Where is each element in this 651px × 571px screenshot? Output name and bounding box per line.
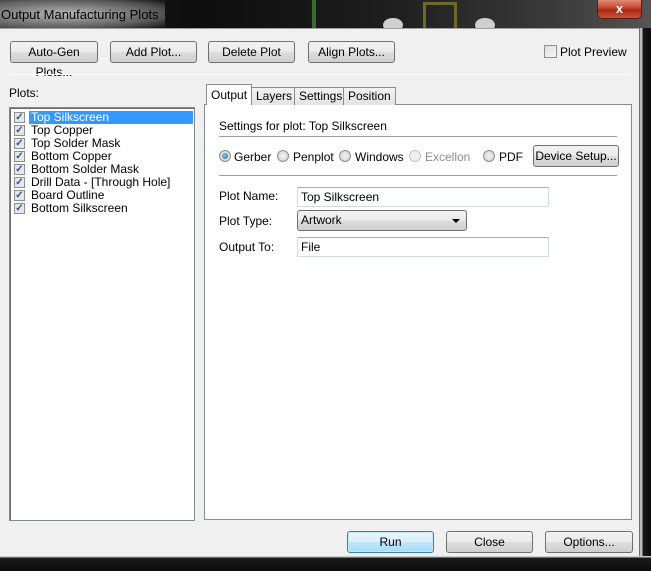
window-title: Output Manufacturing Plots — [1, 7, 159, 22]
tab-layers[interactable]: Layers — [251, 87, 298, 105]
plot-checkbox[interactable]: ✓ — [14, 138, 25, 149]
settings-separator — [219, 136, 617, 137]
options-button[interactable]: Options... — [545, 531, 633, 553]
close-icon: x — [615, 1, 624, 16]
plot-preview-label[interactable]: Plot Preview — [560, 45, 627, 59]
plot-checkbox[interactable]: ✓ — [14, 125, 25, 136]
window-frame-bottom — [0, 556, 651, 571]
format-separator — [219, 175, 617, 176]
toolbar-separator — [9, 74, 631, 75]
auto-gen-plots-button[interactable]: Auto-Gen Plots... — [10, 41, 98, 79]
run-button[interactable]: Run — [347, 531, 434, 553]
plot-item-label: Bottom Silkscreen — [31, 201, 128, 215]
plot-checkbox[interactable]: ✓ — [14, 177, 25, 188]
background-pcb-trace — [312, 0, 316, 28]
title-bar[interactable]: Output Manufacturing Plots — [0, 0, 651, 32]
add-plot-button[interactable]: Add Plot... — [110, 41, 197, 63]
plot-type-value: Artwork — [301, 213, 342, 227]
penplot-radio[interactable] — [277, 150, 289, 162]
output-to-label: Output To: — [219, 240, 275, 254]
delete-plot-button[interactable]: Delete Plot — [208, 41, 295, 63]
windows-radio[interactable] — [339, 150, 351, 162]
plot-preview-checkbox[interactable] — [544, 45, 557, 58]
pdf-label[interactable]: PDF — [499, 150, 523, 164]
excellon-radio — [409, 150, 421, 162]
plot-checkbox[interactable]: ✓ — [14, 151, 25, 162]
plot-checkbox[interactable]: ✓ — [14, 190, 25, 201]
excellon-label: Excellon — [425, 150, 471, 164]
tab-settings[interactable]: Settings — [294, 87, 348, 105]
tab-output[interactable]: Output — [206, 84, 253, 105]
plot-type-label: Plot Type: — [219, 214, 273, 228]
windows-label[interactable]: Windows — [355, 150, 404, 164]
settings-heading: Settings for plot: Top Silkscreen — [219, 119, 387, 133]
background-pcb-component — [423, 2, 457, 28]
plot-name-field[interactable]: Top Silkscreen — [297, 187, 549, 207]
gerber-radio[interactable] — [219, 150, 231, 162]
plot-list-item[interactable]: ✓ Bottom Silkscreen — [13, 202, 193, 215]
plot-checkbox[interactable]: ✓ — [14, 164, 25, 175]
plot-checkbox[interactable]: ✓ — [14, 112, 25, 123]
plot-name-label: Plot Name: — [219, 189, 279, 203]
device-setup-button[interactable]: Device Setup... — [533, 145, 619, 167]
window-frame-right — [640, 28, 651, 571]
tab-position[interactable]: Position — [343, 87, 396, 105]
output-to-field[interactable]: File — [297, 237, 549, 257]
close-button[interactable]: Close — [446, 531, 533, 553]
plot-type-select[interactable]: Artwork — [297, 210, 467, 231]
gerber-label[interactable]: Gerber — [234, 150, 271, 164]
plots-listbox[interactable]: ✓ Top Silkscreen ✓ Top Copper ✓ Top Sold… — [9, 107, 195, 521]
plots-label: Plots: — [9, 86, 40, 100]
plot-checkbox[interactable]: ✓ — [14, 203, 25, 214]
chevron-down-icon — [452, 219, 460, 223]
align-plots-button[interactable]: Align Plots... — [308, 41, 395, 63]
pdf-radio[interactable] — [483, 150, 495, 162]
penplot-label[interactable]: Penplot — [293, 150, 334, 164]
close-window-button[interactable]: x — [597, 0, 642, 19]
